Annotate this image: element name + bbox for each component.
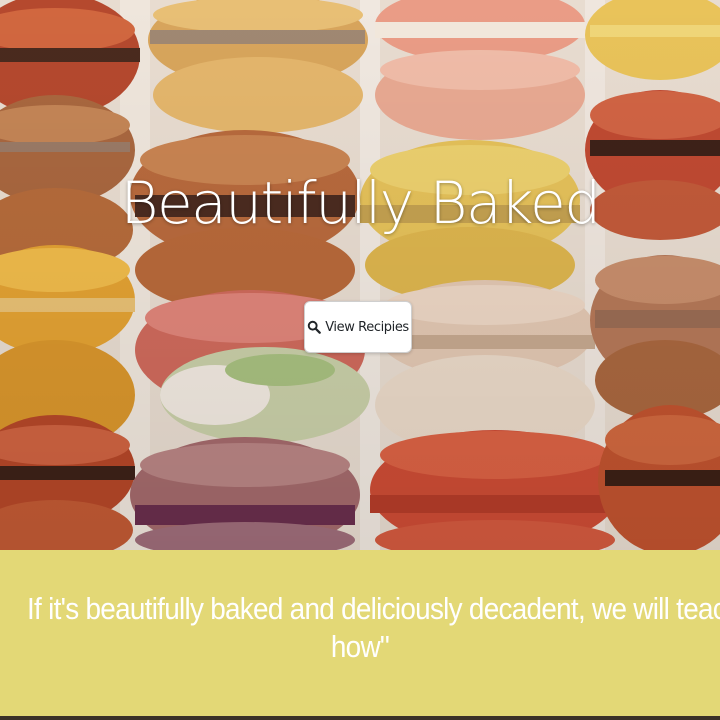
page: Beautifully Baked View Recipies If it's … (0, 0, 720, 720)
tagline-line-1: If it's beautifully baked and deliciousl… (27, 591, 720, 626)
search-icon (307, 320, 322, 334)
macarons-hero-image (0, 0, 720, 550)
tagline-section: If it's beautifully baked and deliciousl… (0, 550, 720, 716)
hero-title: Beautifully Baked (120, 169, 601, 237)
tagline-text: If it's beautifully baked and deliciousl… (27, 590, 720, 666)
view-recipes-button[interactable]: View Recipies (304, 301, 412, 353)
tagline-line-2: how" (330, 629, 390, 664)
view-recipes-label: View Recipies (325, 319, 409, 335)
hero-section: Beautifully Baked View Recipies (0, 0, 720, 550)
page-bottom-edge (0, 716, 720, 720)
